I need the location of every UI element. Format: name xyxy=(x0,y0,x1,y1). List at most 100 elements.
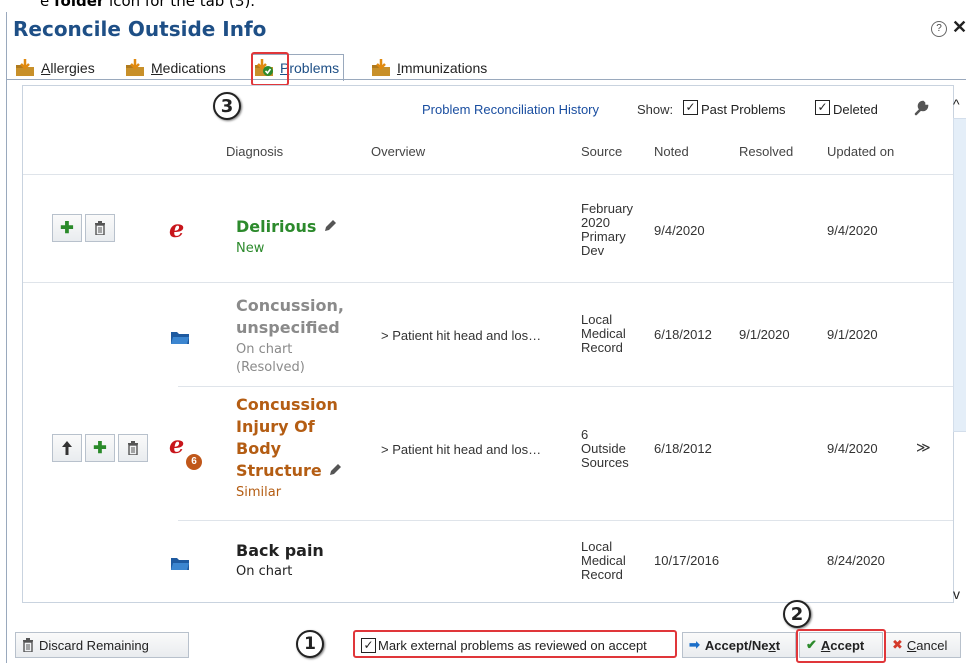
tab-immunizations[interactable]: Immunizations xyxy=(371,56,487,80)
source-line: 2020 xyxy=(581,215,610,230)
source-line: February xyxy=(581,201,634,216)
updated-cell: 8/24/2020 xyxy=(827,553,885,568)
add-button[interactable]: ✚ xyxy=(52,214,82,242)
outside-source-e-icon: e xyxy=(169,430,185,459)
overview-cell[interactable]: > Patient hit head and los… xyxy=(381,328,541,343)
scroll-thumb[interactable] xyxy=(953,118,966,432)
accept-next-underline: x xyxy=(768,637,776,653)
caption-prefix: e xyxy=(40,0,54,10)
source-line: Local xyxy=(581,312,613,327)
folder-icon xyxy=(171,558,189,570)
problem-reconciliation-history-link[interactable]: Problem Reconciliation History xyxy=(422,102,599,117)
title-bar: Reconcile Outside Info ? ✕ xyxy=(7,12,966,46)
mark-reviewed-label: Mark external problems as reviewed on ac… xyxy=(378,638,647,653)
noted-cell: 9/4/2020 xyxy=(654,223,705,238)
source-count-badge: 6 xyxy=(186,454,202,470)
accept-next-prefix: Accept/Ne xyxy=(704,637,769,653)
source-cell: Local Medical Record xyxy=(581,540,626,582)
header-updated-on[interactable]: Updated on xyxy=(827,144,894,159)
source-line: Primary xyxy=(581,229,626,244)
close-x-icon: ✖ xyxy=(892,637,903,652)
past-problems-checkbox[interactable]: ✓ xyxy=(683,100,698,115)
pencil-icon[interactable] xyxy=(324,219,337,232)
up-arrow-icon xyxy=(62,441,72,455)
move-up-button[interactable] xyxy=(52,434,82,462)
problem-name-line: unspecified xyxy=(236,318,340,337)
source-line: Medical xyxy=(581,553,626,568)
trash-icon xyxy=(23,638,33,652)
tab-allergies-underline: A xyxy=(41,60,51,76)
table-row[interactable]: Back pain On chart Local Medical Record … xyxy=(23,520,953,602)
problems-panel: Problem Reconciliation History Show: ✓ P… xyxy=(22,85,954,603)
highlight-accept-button xyxy=(796,629,886,663)
source-line: Local xyxy=(581,539,613,554)
add-button[interactable]: ✚ xyxy=(85,434,115,462)
delete-button[interactable] xyxy=(85,214,115,242)
tab-problems-label: roblems xyxy=(289,60,340,76)
problem-name-line: Injury Of xyxy=(236,417,315,436)
updated-cell: 9/4/2020 xyxy=(827,223,878,238)
callout-1: 1 xyxy=(296,630,324,658)
table-row[interactable]: Concussion, unspecified On chart (Resolv… xyxy=(23,282,953,378)
delete-button[interactable] xyxy=(118,434,148,462)
source-line: 6 xyxy=(581,427,589,442)
header-resolved[interactable]: Resolved xyxy=(739,144,793,159)
problem-name-line: Concussion xyxy=(236,395,338,414)
help-icon[interactable]: ? xyxy=(931,21,947,37)
problem-status: Similar xyxy=(236,485,282,500)
overview-cell[interactable]: > Patient hit head and los… xyxy=(381,442,541,457)
callout-3: 3 xyxy=(213,92,241,120)
mark-reviewed-checkbox[interactable]: ✓ xyxy=(361,638,376,653)
source-line: Sources xyxy=(581,455,629,470)
header-noted[interactable]: Noted xyxy=(654,144,689,159)
updated-cell: 9/1/2020 xyxy=(827,327,878,342)
outside-source-e-icon: e xyxy=(169,214,185,243)
problem-name-text: Delirious xyxy=(236,217,317,236)
source-line: Dev xyxy=(581,243,605,258)
tab-divider xyxy=(7,79,966,80)
problem-name: Delirious xyxy=(236,216,337,238)
expand-chevron-icon[interactable]: ≫ xyxy=(916,440,931,454)
table-row[interactable]: ✚ e Delirious New February 2020 Primary … xyxy=(23,190,953,268)
header-diagnosis[interactable]: Diagnosis xyxy=(226,144,283,159)
tab-medications-underline: M xyxy=(151,60,163,76)
noted-cell: 6/18/2012 xyxy=(654,327,712,342)
close-icon[interactable]: ✕ xyxy=(952,17,966,38)
show-label: Show: xyxy=(637,102,674,117)
trash-icon xyxy=(128,441,138,455)
download-folder-icon xyxy=(372,59,390,76)
problem-name-line: Concussion, xyxy=(236,296,344,315)
header-source[interactable]: Source xyxy=(581,144,622,159)
tab-allergies[interactable]: Allergies xyxy=(15,56,95,80)
mark-reviewed-option[interactable]: ✓ Mark external problems as reviewed on … xyxy=(353,630,677,658)
scroll-down-icon[interactable]: v xyxy=(953,586,960,602)
scroll-up-icon[interactable]: ^ xyxy=(953,96,960,112)
accept-next-button[interactable]: ➡ Accept/Ne x t xyxy=(682,632,796,658)
discard-remaining-button[interactable]: Discard Remaining xyxy=(15,632,189,658)
download-folder-icon xyxy=(16,59,34,76)
deleted-checkbox[interactable]: ✓ xyxy=(815,100,830,115)
vertical-scrollbar[interactable]: ^ v xyxy=(951,96,966,602)
highlight-problems-tab-icon xyxy=(251,52,289,86)
download-folder-icon xyxy=(126,59,144,76)
trash-icon xyxy=(95,221,105,235)
cancel-button[interactable]: ✖ Cancel xyxy=(885,632,961,658)
wrench-icon[interactable] xyxy=(913,100,929,116)
source-line: Record xyxy=(581,567,623,582)
noted-cell: 6/18/2012 xyxy=(654,441,712,456)
source-line: Medical xyxy=(581,326,626,341)
pencil-icon[interactable] xyxy=(329,463,342,476)
reconcile-window: Reconcile Outside Info ? ✕ Allergies Med… xyxy=(6,12,966,663)
header-separator xyxy=(23,174,953,175)
source-line: Outside xyxy=(581,441,626,456)
header-overview[interactable]: Overview xyxy=(371,144,425,159)
problem-status: New xyxy=(236,241,265,256)
problem-name: Concussion, unspecified xyxy=(236,295,344,339)
resolved-cell: 9/1/2020 xyxy=(739,327,790,342)
tab-medications[interactable]: Medications xyxy=(125,56,226,80)
deleted-label: Deleted xyxy=(833,102,878,117)
problem-name: Back pain xyxy=(236,541,324,560)
table-row[interactable]: ✚ e 6 Concussion Injury Of Body Structur… xyxy=(23,386,953,520)
caption-suffix: icon for the tab (3). xyxy=(104,0,256,10)
tab-allergies-label: llergies xyxy=(50,60,95,76)
